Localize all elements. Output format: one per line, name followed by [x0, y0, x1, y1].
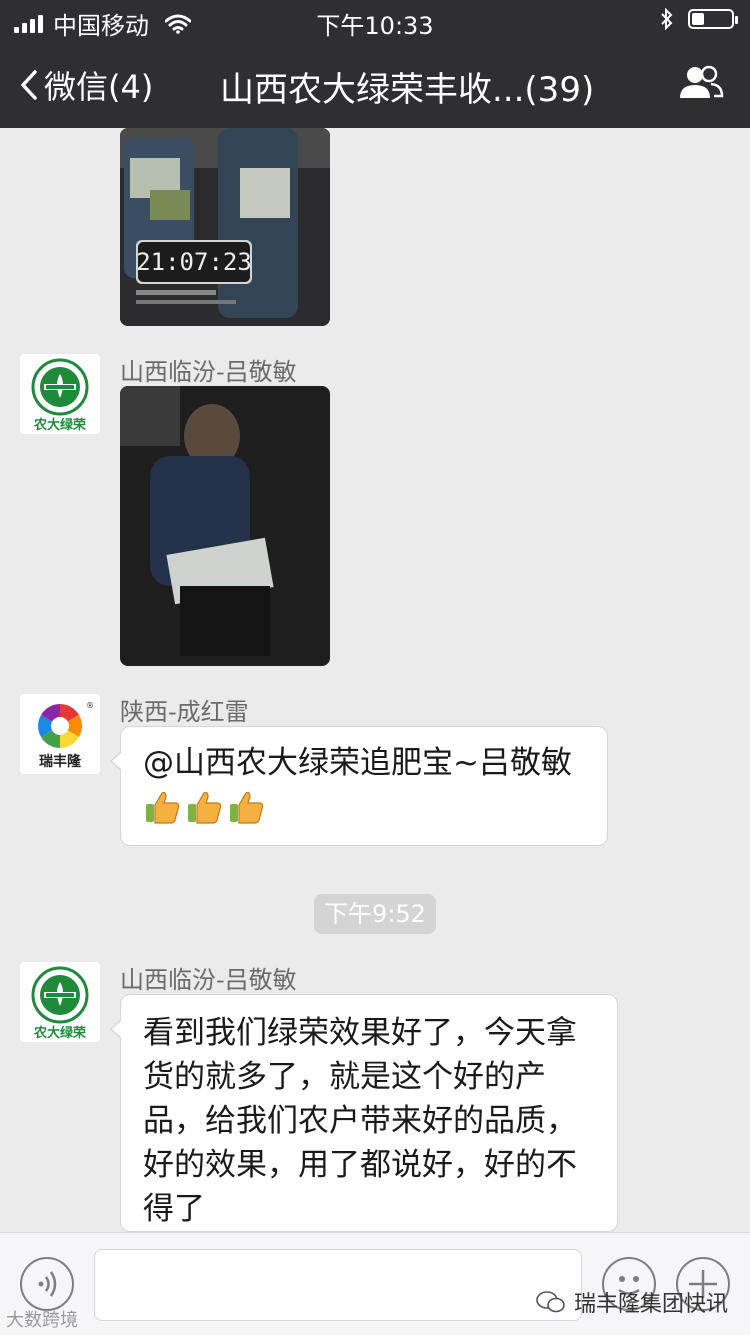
- thumbs-up-icon: [230, 791, 264, 824]
- chevron-left-icon: [21, 70, 37, 100]
- message-line: 得了: [143, 1191, 205, 1227]
- avatar-logo-text: 瑞丰隆: [39, 753, 82, 770]
- ruifenglong-logo-icon: ® 瑞丰隆: [20, 694, 100, 774]
- sender-name: 山西临汾-吕敬敏: [120, 966, 297, 994]
- photo-image: [120, 386, 330, 666]
- avatar[interactable]: 农大绿荣: [20, 962, 100, 1042]
- avatar-logo-text: 农大绿荣: [33, 1025, 87, 1041]
- message-bubble[interactable]: @山西农大绿荣追肥宝~吕敬敏: [110, 726, 608, 846]
- photo-message[interactable]: 21:07:23: [120, 128, 330, 326]
- back-button[interactable]: 微信(4): [20, 62, 153, 108]
- message-text: @山西农大绿荣追肥宝~吕敬敏: [143, 745, 572, 781]
- lurong-logo-icon: 农大绿荣: [20, 354, 100, 434]
- battery-icon: [688, 9, 738, 29]
- avatar[interactable]: 农大绿荣: [20, 354, 100, 434]
- sender-name: 山西临汾-吕敬敏: [120, 358, 297, 386]
- watermark: 瑞丰隆集团快讯: [536, 1286, 728, 1318]
- svg-text:®: ®: [86, 701, 94, 710]
- photo-message[interactable]: [120, 386, 330, 666]
- watermark-left-text: 大数跨境: [6, 1310, 78, 1331]
- thumbs-up-icon: [146, 791, 180, 824]
- watermark-left: 大数跨境: [6, 1306, 78, 1332]
- sender-name: 陕西-成红雷: [120, 698, 249, 726]
- photo-overlay-timestamp: 21:07:23: [136, 248, 252, 276]
- thumbs-up-icon: [188, 791, 222, 824]
- message-input[interactable]: [94, 1249, 582, 1321]
- message-bubble[interactable]: 看到我们绿荣效果好了，今天拿 货的就多了，就是这个好的产 品，给我们农户带来好的…: [110, 994, 618, 1232]
- message-line: 看到我们绿荣效果好了，今天拿: [143, 1015, 577, 1051]
- status-bar: 中国移动 下午10:33: [0, 0, 750, 40]
- photo-image: 21:07:23: [120, 128, 330, 326]
- back-label: 微信(4): [44, 68, 154, 106]
- message-line: 好的效果，用了都说好，好的不: [143, 1147, 577, 1183]
- lurong-logo-icon: 农大绿荣: [20, 962, 100, 1042]
- nav-bar: 微信(4) 山西农大绿荣丰收...(39): [0, 40, 750, 128]
- avatar-logo-text: 农大绿荣: [33, 417, 87, 433]
- time-divider: 下午9:52: [314, 894, 436, 934]
- chat-title: 山西农大绿荣丰收...(39): [220, 70, 595, 110]
- message-line: 品，给我们农户带来好的品质，: [143, 1103, 577, 1139]
- message-line: 货的就多了，就是这个好的产: [143, 1059, 546, 1095]
- bluetooth-icon: [661, 8, 673, 30]
- input-bar: [0, 1232, 750, 1335]
- voice-icon: [38, 1271, 57, 1297]
- voice-button[interactable]: [20, 1257, 74, 1311]
- emoji-row: [143, 789, 587, 825]
- avatar[interactable]: ® 瑞丰隆: [20, 694, 100, 774]
- watermark-text: 瑞丰隆集团快讯: [573, 1292, 728, 1317]
- wechat-icon: [536, 1291, 565, 1313]
- group-members-icon[interactable]: [678, 64, 724, 102]
- top-bar: 中国移动 下午10:33 微信(4) 山西农大绿荣丰收...(39): [0, 0, 750, 128]
- status-time: 下午10:33: [316, 12, 434, 40]
